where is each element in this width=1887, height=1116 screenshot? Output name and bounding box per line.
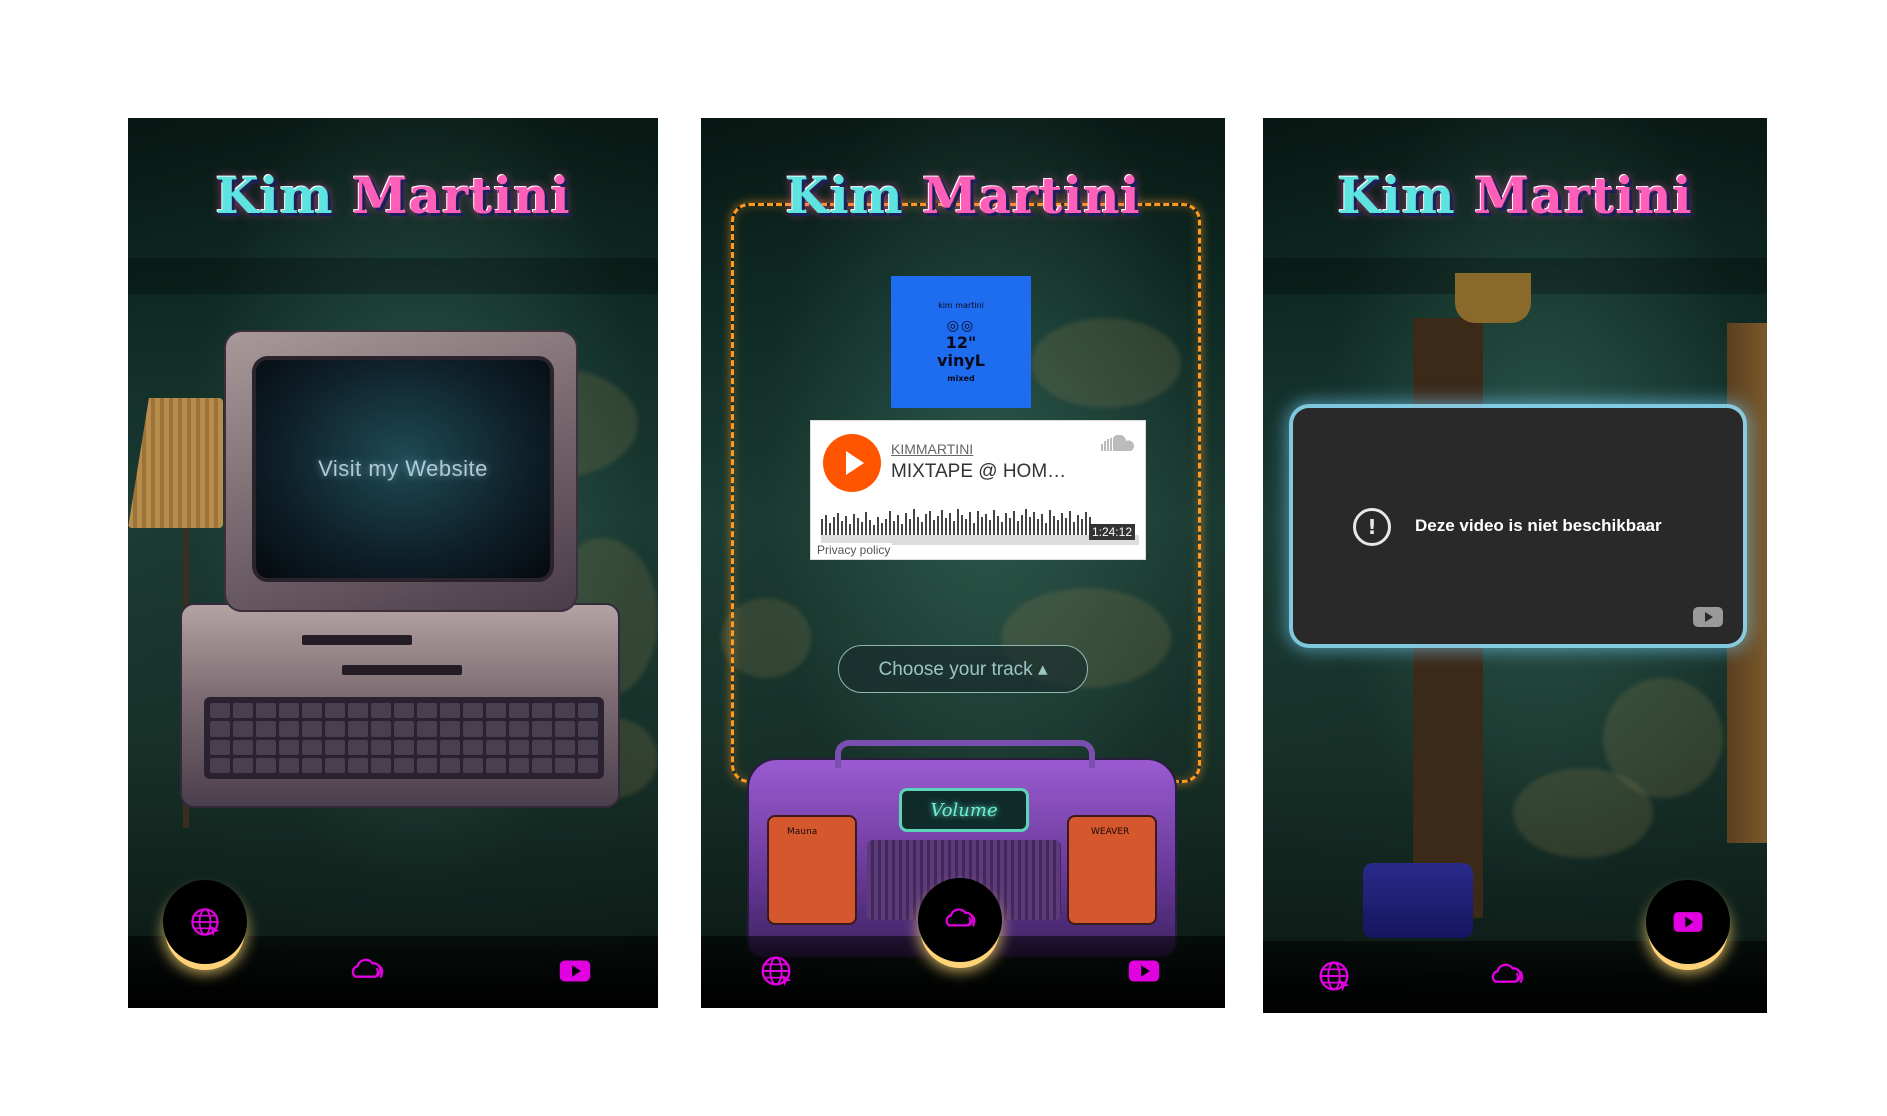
screen-website: Kim Martini Visit my Website — [128, 118, 658, 1008]
youtube-icon — [1128, 960, 1160, 982]
boombox-handle — [835, 740, 1095, 768]
alert-icon: ! — [1353, 508, 1391, 546]
screen-video: Kim Martini ! Deze video is niet beschik… — [1263, 118, 1767, 1013]
soundcloud-icon — [945, 908, 976, 927]
soundcloud-icon — [351, 958, 384, 979]
nav-youtube-button[interactable] — [556, 952, 594, 990]
nav-website-button[interactable] — [1315, 957, 1353, 995]
choose-track-button[interactable]: Choose your track ▴ — [838, 645, 1088, 693]
boombox-left-label: Mauna — [787, 827, 818, 837]
globe-icon — [761, 956, 792, 987]
soundcloud-player: KIMMARTINI MIXTAPE @ HOM… 1:24:12 Privac… — [810, 420, 1146, 560]
boombox-left-panel: Mauna — [767, 815, 857, 925]
nav-soundcloud-button[interactable] — [1488, 957, 1526, 995]
video-unavailable-message: Deze video is niet beschikbaar — [1415, 516, 1662, 535]
nav-website-button-active[interactable] — [163, 880, 247, 964]
boombox-right-panel: WEAVER — [1067, 815, 1157, 925]
visit-website-link[interactable]: Visit my Website — [252, 356, 554, 582]
youtube-logo-icon[interactable] — [1693, 606, 1723, 628]
volume-display: Volume — [899, 788, 1029, 832]
album-text: 12" — [945, 333, 977, 352]
brand-title: Kim Martini — [1337, 166, 1693, 225]
lamp-shade — [128, 398, 223, 528]
play-button[interactable] — [823, 434, 881, 492]
nav-website-button[interactable] — [757, 952, 795, 990]
floppy-slot — [302, 635, 412, 645]
privacy-policy-link[interactable]: Privacy policy — [815, 543, 893, 557]
nav-soundcloud-button-active[interactable] — [918, 878, 1002, 962]
projector — [1363, 863, 1473, 938]
youtube-icon — [1673, 912, 1703, 932]
globe-icon — [1319, 961, 1350, 992]
album-text: mixed — [947, 374, 975, 383]
screen-music: Kim Martini kim martini ◎◎ 12" vinyL mix… — [701, 118, 1225, 1008]
floppy-slot — [342, 665, 462, 675]
nav-youtube-button[interactable] — [1125, 952, 1163, 990]
track-title[interactable]: MIXTAPE @ HOM… — [891, 461, 1066, 483]
soundcloud-icon — [1491, 963, 1524, 984]
brand-title: Kim Martini — [215, 166, 571, 225]
keyboard — [204, 697, 604, 779]
computer-base — [180, 603, 620, 808]
boombox-right-label: WEAVER — [1091, 827, 1130, 837]
youtube-embed[interactable]: ! Deze video is niet beschikbaar — [1293, 408, 1743, 644]
album-eyes-icon: ◎◎ — [946, 318, 976, 334]
youtube-icon — [559, 960, 591, 982]
nav-youtube-button-active[interactable] — [1646, 880, 1730, 964]
wall-stain — [1513, 768, 1653, 858]
nav-soundcloud-button[interactable] — [348, 952, 386, 990]
wall-trim — [128, 258, 658, 294]
globe-icon — [191, 908, 220, 937]
track-duration: 1:24:12 — [1088, 524, 1135, 540]
brand-title: Kim Martini — [785, 166, 1141, 225]
album-cover: kim martini ◎◎ 12" vinyL mixed — [891, 276, 1031, 408]
album-text: vinyL — [937, 351, 985, 370]
soundcloud-logo-icon — [1101, 435, 1135, 451]
computer-monitor: Visit my Website — [224, 330, 578, 612]
visit-website-label: Visit my Website — [318, 456, 488, 481]
plant-pot — [1455, 273, 1531, 323]
soundcloud-user-link[interactable]: KIMMARTINI — [891, 441, 973, 457]
album-artist: kim martini — [938, 301, 984, 310]
